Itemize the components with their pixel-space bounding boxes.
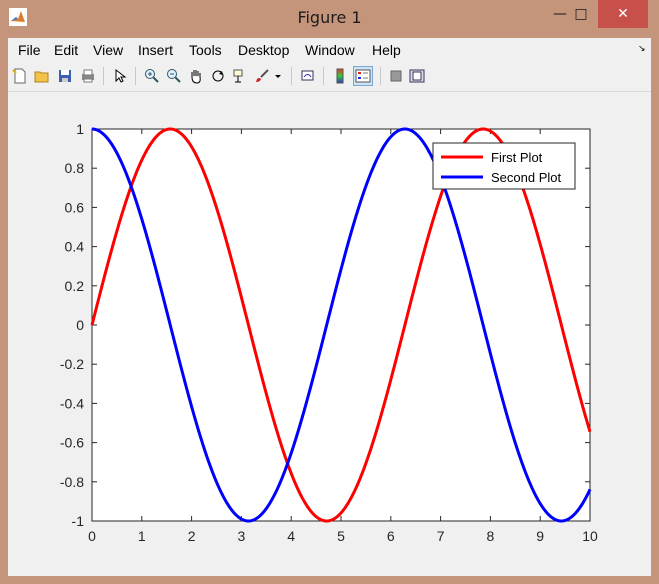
hide-plot-tools-icon[interactable] (386, 66, 406, 86)
open-file-icon[interactable] (32, 66, 52, 86)
zoom-out-icon[interactable] (164, 66, 184, 86)
y-tick-label: 1 (76, 121, 84, 137)
title-bar[interactable]: Figure 1 — □ ✕ (0, 0, 659, 38)
pointer-icon[interactable] (110, 66, 130, 86)
y-tick-label: -0.6 (60, 435, 84, 451)
toolbar-separator (380, 67, 381, 85)
figure-toolbar (8, 63, 651, 92)
zoom-in-icon[interactable] (142, 66, 162, 86)
legend-label-2: Second Plot (491, 170, 561, 185)
y-tick-label: 0 (76, 317, 84, 333)
x-tick-label: 4 (287, 528, 295, 544)
menu-edit[interactable]: Edit (54, 42, 78, 58)
menu-view[interactable]: View (93, 42, 123, 58)
maximize-icon: □ (574, 6, 588, 22)
y-tick-label: -1 (72, 513, 85, 529)
menu-file[interactable]: File (18, 42, 41, 58)
pan-hand-icon[interactable] (186, 66, 206, 86)
minimize-icon: — (553, 6, 567, 22)
brush-icon[interactable] (252, 66, 272, 86)
brush-dropdown-icon[interactable] (272, 66, 284, 86)
figure-window: Figure 1 — □ ✕ File Edit View Insert Too… (0, 0, 659, 584)
y-tick-label: -0.4 (60, 395, 84, 411)
menu-desktop-label: Desktop (238, 42, 290, 58)
x-tick-label: 10 (582, 528, 598, 544)
legend-label-1: First Plot (491, 150, 543, 165)
menu-desktop[interactable]: Desktop (238, 42, 289, 58)
menu-tools-label: Tools (189, 42, 222, 58)
y-tick-label: 0.2 (65, 278, 85, 294)
close-button[interactable]: ✕ (598, 0, 648, 28)
y-tick-label: -0.8 (60, 474, 84, 490)
data-cursor-icon[interactable] (230, 66, 250, 86)
x-tick-label: 1 (138, 528, 146, 544)
y-tick-label: 0.6 (65, 199, 85, 215)
menu-file-label: File (18, 42, 41, 58)
menu-insert[interactable]: Insert (138, 42, 173, 58)
menu-help-label: Help (372, 42, 401, 58)
menu-window[interactable]: Window (305, 42, 355, 58)
y-tick-label: -0.2 (60, 356, 84, 372)
show-plot-tools-icon[interactable] (407, 66, 427, 86)
x-tick-label: 2 (188, 528, 196, 544)
x-tick-label: 0 (88, 528, 96, 544)
link-plot-icon[interactable] (298, 66, 318, 86)
toolbar-separator (135, 67, 136, 85)
line-chart[interactable]: 1 0.8 0.6 0.4 0.2 0 -0.2 -0.4 -0.6 -0.8 -1 0 1 2 3 4 5 6… (8, 92, 651, 576)
menu-edit-label: Edit (54, 42, 79, 58)
close-icon: ✕ (617, 6, 629, 22)
menu-help[interactable]: Help (372, 42, 401, 58)
legend-icon[interactable] (353, 66, 373, 86)
figure-canvas: 1 0.8 0.6 0.4 0.2 0 -0.2 -0.4 -0.6 -0.8 -1 0 1 2 3 4 5 6… (8, 92, 651, 576)
x-tick-label: 3 (238, 528, 246, 544)
new-figure-icon[interactable] (10, 66, 30, 86)
toolbar-separator (103, 67, 104, 85)
toolbar-separator (291, 67, 292, 85)
save-icon[interactable] (55, 66, 75, 86)
y-tick-label: 0.4 (65, 239, 85, 255)
y-tick-label: 0.8 (65, 160, 85, 176)
colorbar-icon[interactable] (330, 66, 350, 86)
figure-client-area: File Edit View Insert Tools Desktop Wind… (8, 38, 651, 576)
menu-insert-label: Insert (138, 42, 174, 58)
x-tick-label: 8 (487, 528, 495, 544)
menu-bar: File Edit View Insert Tools Desktop Wind… (8, 38, 651, 63)
menu-view-label: View (93, 42, 124, 58)
x-tick-label: 5 (337, 528, 345, 544)
menu-window-label: Window (305, 42, 355, 58)
x-tick-label: 6 (387, 528, 395, 544)
x-tick-label: 9 (536, 528, 544, 544)
maximize-button[interactable]: □ (566, 0, 596, 28)
menu-tools[interactable]: Tools (189, 42, 222, 58)
rotate-3d-icon[interactable] (208, 66, 228, 86)
print-icon[interactable] (78, 66, 98, 86)
toolbar-separator (323, 67, 324, 85)
dock-arrow-icon[interactable]: ↘ (638, 44, 646, 54)
x-tick-label: 7 (437, 528, 445, 544)
